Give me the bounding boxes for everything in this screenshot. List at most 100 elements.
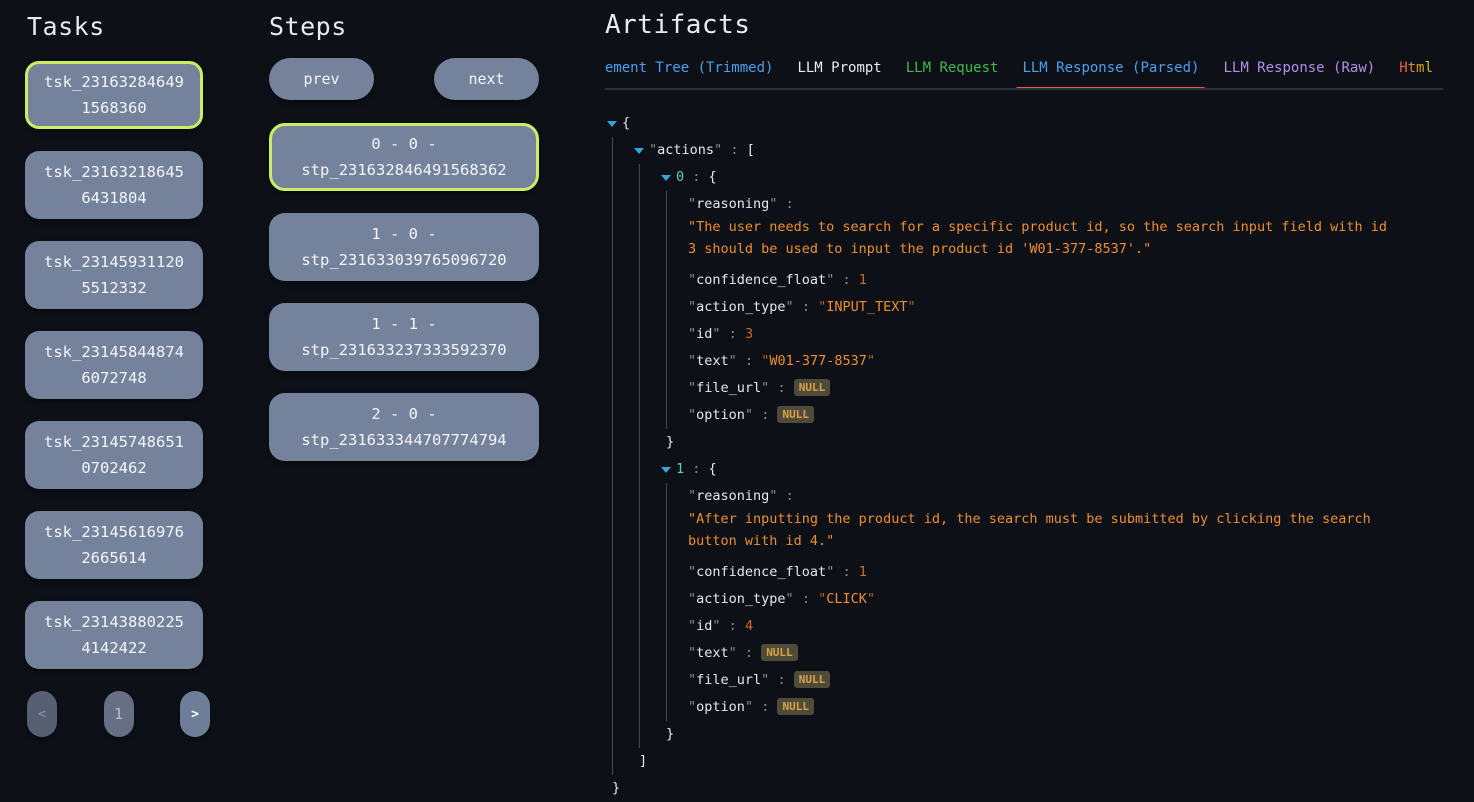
pagination-page-1-button[interactable]: 1 [104, 691, 134, 737]
json-string-value: INPUT_TEXT [826, 299, 907, 315]
json-key: text [696, 645, 729, 661]
json-key: text [696, 353, 729, 369]
json-null-badge: NULL [777, 698, 814, 715]
json-number-value: 4 [745, 618, 753, 634]
json-quote: " [867, 353, 875, 369]
json-string-value: "After inputting the product id, the sea… [688, 508, 1400, 552]
json-quote: " [786, 299, 794, 315]
json-children: "reasoning" : "After inputting the produ… [666, 483, 1443, 721]
json-row: "text" : "W01-377-8537" [688, 348, 1443, 375]
json-viewer: {"actions" : [0 : {"reasoning" : "The us… [605, 110, 1443, 802]
json-key: action_type [696, 591, 785, 607]
json-row: "action_type" : "CLICK" [688, 586, 1443, 613]
json-row: "file_url" : NULL [688, 667, 1443, 694]
json-quote: " [745, 699, 753, 715]
tab-llm-response-raw[interactable]: LLM Response (Raw) [1211, 60, 1387, 88]
json-row: "action_type" : "INPUT_TEXT" [688, 294, 1443, 321]
json-key: confidence_float [696, 272, 826, 288]
json-quote: " [688, 380, 696, 396]
json-quote: " [688, 326, 696, 342]
json-punct: : [777, 196, 801, 212]
json-row: } [666, 429, 1443, 456]
json-key: option [696, 699, 745, 715]
step-list: 0 - 0 - stp_231632846491568362 1 - 0 - st… [269, 123, 539, 461]
tab-html-raw[interactable]: Html (Raw) [1387, 60, 1443, 88]
tab-llm-request[interactable]: LLM Request [894, 60, 1011, 88]
collapse-toggle-icon[interactable] [661, 467, 671, 473]
pagination-prev-button[interactable]: < [27, 691, 57, 737]
json-brace: } [666, 726, 674, 742]
step-item[interactable]: 2 - 0 - stp_231633344707774794 [269, 393, 539, 461]
task-item[interactable]: tsk_231632846491568360 [25, 61, 203, 129]
json-key: action_type [696, 299, 785, 315]
json-quote: " [729, 353, 737, 369]
task-list: tsk_231632846491568360 tsk_23163218645643… [25, 61, 210, 669]
json-punct: : [737, 353, 761, 369]
json-quote: " [688, 488, 696, 504]
tab-label-part: Html [1399, 60, 1433, 76]
tab-llm-response-parsed[interactable]: LLM Response (Parsed) [1010, 60, 1211, 88]
json-quote: " [688, 699, 696, 715]
json-null-badge: NULL [794, 671, 831, 688]
json-quote: " [688, 353, 696, 369]
tasks-title: Tasks [27, 12, 210, 41]
json-number-value: 1 [859, 272, 867, 288]
task-item[interactable]: tsk_231456169762665614 [25, 511, 203, 579]
json-row: "file_url" : NULL [688, 375, 1443, 402]
collapse-toggle-icon[interactable] [661, 175, 671, 181]
json-row: "id" : 3 [688, 321, 1443, 348]
json-row: "option" : NULL [688, 402, 1443, 429]
json-brace: [ [747, 142, 755, 158]
json-row: "confidence_float" : 1 [688, 267, 1443, 294]
steps-prev-button[interactable]: prev [269, 58, 374, 100]
json-quote: " [688, 272, 696, 288]
step-item[interactable]: 1 - 0 - stp_231633039765096720 [269, 213, 539, 281]
json-row: { [607, 110, 1443, 137]
task-item[interactable]: tsk_231457486510702462 [25, 421, 203, 489]
json-punct: : [721, 326, 745, 342]
json-brace: } [666, 434, 674, 450]
collapse-toggle-icon[interactable] [607, 121, 617, 127]
json-quote: " [714, 142, 722, 158]
json-quote: " [688, 618, 696, 634]
json-punct: : [684, 461, 708, 477]
json-quote: " [688, 407, 696, 423]
json-string-value: CLICK [826, 591, 867, 607]
collapse-toggle-icon[interactable] [634, 148, 644, 154]
json-key: file_url [696, 380, 761, 396]
json-row: "reasoning" : [688, 191, 1443, 218]
step-item[interactable]: 0 - 0 - stp_231632846491568362 [269, 123, 539, 191]
json-quote: " [688, 591, 696, 607]
steps-title: Steps [269, 12, 539, 41]
json-key: actions [657, 142, 714, 158]
json-quote: " [649, 142, 657, 158]
tab-element-tree-trimmed[interactable]: Element Tree (Trimmed) [605, 60, 785, 88]
json-array-index: 1 [676, 461, 684, 477]
json-row: 0 : { [661, 164, 1443, 191]
json-punct: : [834, 272, 858, 288]
json-punct: : [769, 672, 793, 688]
json-children: "actions" : [0 : {"reasoning" : "The use… [612, 137, 1443, 775]
json-punct: : [722, 142, 746, 158]
json-string-value: "The user needs to search for a specific… [688, 216, 1400, 260]
json-key: reasoning [696, 196, 769, 212]
json-children: "reasoning" : "The user needs to search … [666, 191, 1443, 429]
json-null-badge: NULL [794, 379, 831, 396]
task-item[interactable]: tsk_231632186456431804 [25, 151, 203, 219]
pagination-next-button[interactable]: > [180, 691, 210, 737]
json-row: 1 : { [661, 456, 1443, 483]
json-punct: : [753, 407, 777, 423]
task-item[interactable]: tsk_231458448746072748 [25, 331, 203, 399]
json-quote: " [712, 326, 720, 342]
json-quote: " [688, 672, 696, 688]
step-item[interactable]: 1 - 1 - stp_231633237333592370 [269, 303, 539, 371]
json-brace: { [709, 169, 717, 185]
task-item[interactable]: tsk_231459311205512332 [25, 241, 203, 309]
json-quote: " [688, 564, 696, 580]
json-brace: } [612, 780, 620, 796]
json-row: "actions" : [ [634, 137, 1443, 164]
task-item[interactable]: tsk_231438802254142422 [25, 601, 203, 669]
json-punct: : [794, 591, 818, 607]
tab-llm-prompt[interactable]: LLM Prompt [785, 60, 893, 88]
steps-next-button[interactable]: next [434, 58, 539, 100]
